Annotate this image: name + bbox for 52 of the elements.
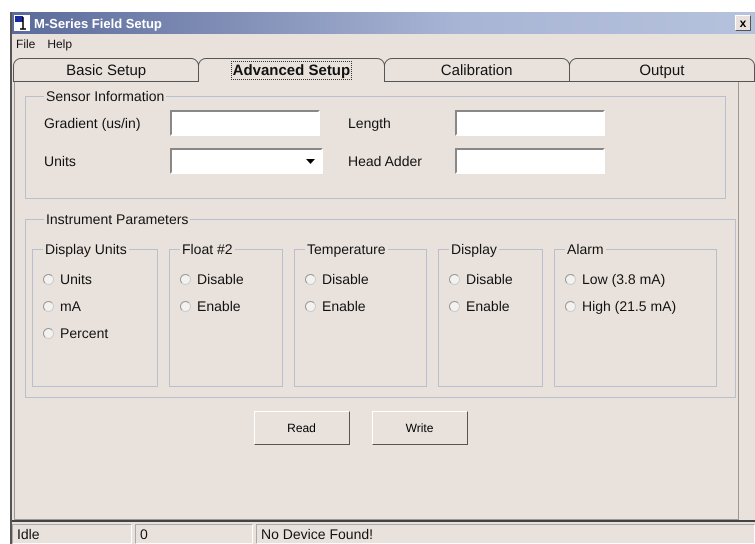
radio-label: Units (60, 271, 92, 287)
radio-label: mA (60, 298, 81, 314)
radio-option[interactable]: Low (3.8 mA) (565, 271, 712, 287)
group-title: Instrument Parameters (45, 211, 190, 227)
status-cell: No Device Found! (256, 524, 755, 544)
radio-label: High (21.5 mA) (582, 298, 676, 314)
group-title: Temperature (306, 241, 387, 257)
input-field[interactable] (455, 148, 605, 174)
input-field[interactable] (455, 110, 605, 136)
close-button[interactable]: x (735, 15, 751, 31)
field-label: Units (44, 153, 77, 169)
tab[interactable]: Calibration (384, 58, 570, 82)
status-cell: 0 (135, 524, 253, 544)
radio-label: Enable (197, 298, 241, 314)
radio-label: Enable (322, 298, 366, 314)
menu-item[interactable]: Help (47, 37, 72, 51)
radio-label: Disable (197, 271, 244, 287)
tab[interactable]: Output (568, 58, 755, 82)
field-label: Length (348, 115, 392, 131)
field-label: Head Adder (348, 153, 423, 169)
radio-label: Disable (466, 271, 513, 287)
radio-option[interactable]: High (21.5 mA) (565, 298, 712, 314)
input-field[interactable] (170, 110, 320, 136)
radio-label: Enable (466, 298, 510, 314)
group-title: Display (450, 241, 498, 257)
units-dropdown[interactable] (170, 148, 323, 174)
group-title: Sensor Information (45, 88, 166, 104)
group-title: Float #2 (181, 241, 234, 257)
radio-label: Disable (322, 271, 369, 287)
radio-option[interactable]: mA (43, 298, 153, 314)
field-label: Gradient (us/in) (44, 115, 142, 131)
tab[interactable]: Advanced Setup (198, 58, 384, 82)
radio-option[interactable]: Enable (180, 298, 278, 314)
tab[interactable]: Basic Setup (13, 58, 200, 82)
caret-icon (306, 158, 315, 164)
radio-option[interactable]: Enable (449, 298, 538, 314)
app-icon (14, 15, 30, 31)
radio-label: Percent (60, 325, 108, 341)
window-title: M-Series Field Setup (34, 16, 163, 30)
group-title: Alarm (566, 241, 605, 257)
radio-label: Low (3.8 mA) (582, 271, 666, 287)
status-cell: Idle (12, 524, 132, 544)
group-title: Display Units (44, 241, 128, 257)
menu-item[interactable]: File (16, 37, 36, 51)
action-button[interactable]: Read (254, 411, 350, 445)
radio-option[interactable]: Percent (43, 325, 153, 341)
radio-option[interactable]: Enable (305, 298, 422, 314)
radio-option[interactable]: Units (43, 271, 153, 287)
radio-option[interactable]: Disable (305, 271, 422, 287)
action-button[interactable]: Write (372, 411, 468, 445)
radio-option[interactable]: Disable (180, 271, 278, 287)
radio-option[interactable]: Disable (449, 271, 538, 287)
